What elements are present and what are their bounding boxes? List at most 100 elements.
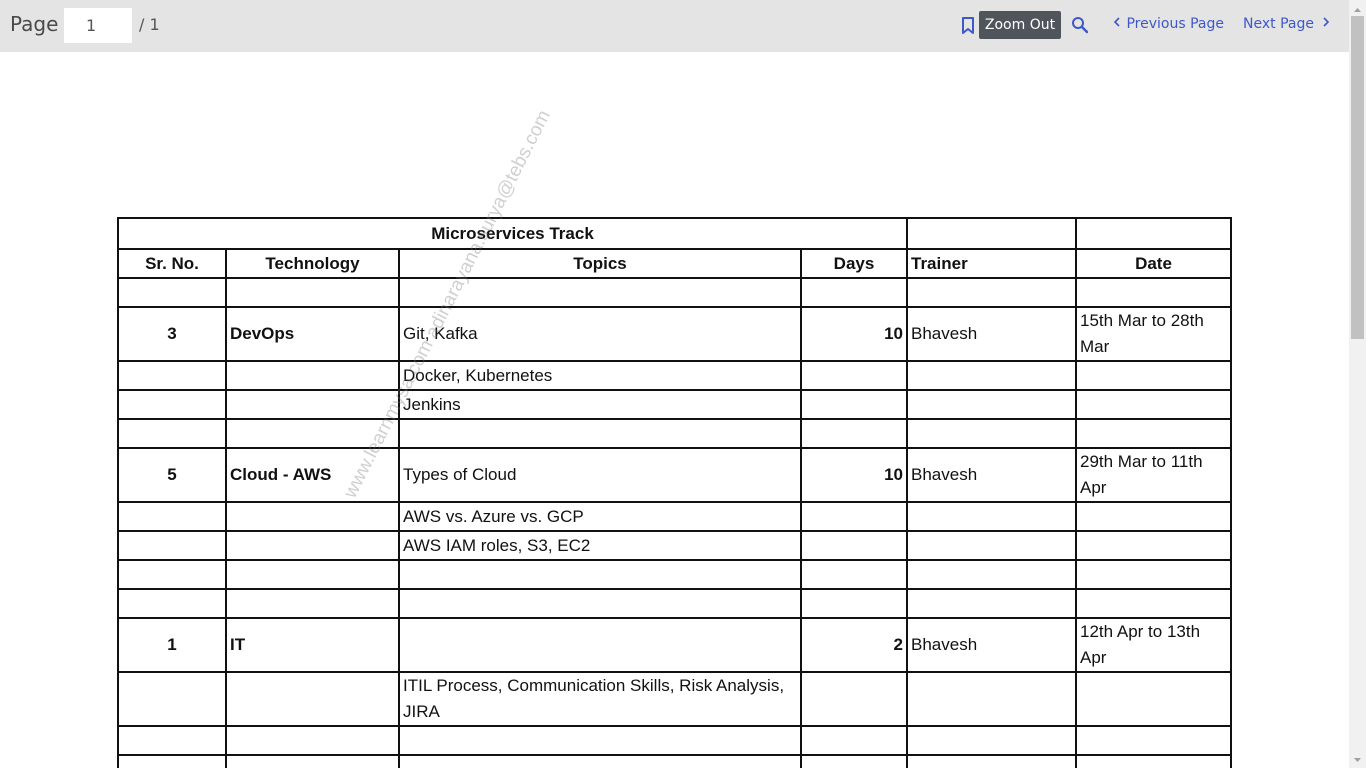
cell-date: [1075, 725, 1232, 756]
table-row: [117, 559, 1232, 590]
cell-topic: [398, 588, 802, 619]
cell-sr: [117, 725, 227, 756]
bookmark-icon[interactable]: [960, 16, 976, 36]
cell-days: [800, 754, 908, 768]
chevron-left-icon: [1112, 16, 1122, 32]
cell-trainer: Bhavesh: [906, 447, 1077, 503]
cell-sr: [117, 389, 227, 420]
table-row: [117, 277, 1232, 308]
table-row: AWS vs. Azure vs. GCP: [117, 501, 1232, 532]
cell-days: [800, 671, 908, 727]
cell-tech: [225, 530, 400, 561]
table-title: Microservices Track: [117, 217, 908, 250]
table-row: [117, 754, 1232, 768]
cell-tech: [225, 360, 400, 391]
table-row: ITIL Process, Communication Skills, Risk…: [117, 671, 1232, 727]
cell-topic: [398, 418, 802, 449]
cell-tech: [225, 418, 400, 449]
vertical-scrollbar[interactable]: [1349, 0, 1366, 768]
table-row: 1 IT 2 Bhavesh 12th Apr to 13th Apr: [117, 617, 1232, 673]
cell-date: [1075, 588, 1232, 619]
scroll-down-icon[interactable]: [1349, 752, 1366, 766]
scroll-up-icon[interactable]: [1349, 2, 1366, 16]
cell-tech: [225, 725, 400, 756]
header-date: Date: [1075, 248, 1232, 279]
cell-days: 10: [800, 447, 908, 503]
table-row: Docker, Kubernetes: [117, 360, 1232, 391]
previous-page-label: Previous Page: [1126, 16, 1224, 32]
cell-date: [1075, 277, 1232, 308]
cell-days: 2: [800, 617, 908, 673]
cell-sr: 1: [117, 617, 227, 673]
page-total: / 1: [139, 15, 160, 34]
cell-topic: Docker, Kubernetes: [398, 360, 802, 391]
cell-sr: [117, 418, 227, 449]
cell-date: 15th Mar to 28th Mar: [1075, 306, 1232, 362]
cell-trainer: [906, 501, 1077, 532]
cell-topic: Jenkins: [398, 389, 802, 420]
next-page-label: Next Page: [1243, 16, 1314, 32]
scroll-thumb[interactable]: [1351, 16, 1364, 339]
cell-tech: IT: [225, 617, 400, 673]
cell-topic: [398, 754, 802, 768]
cell-days: [800, 389, 908, 420]
previous-page-button[interactable]: Previous Page: [1112, 16, 1224, 32]
cell-sr: [117, 754, 227, 768]
cell-topic: [398, 725, 802, 756]
table-row: [117, 418, 1232, 449]
table-row: Jenkins: [117, 389, 1232, 420]
cell-sr: [117, 277, 227, 308]
cell-date: [1075, 754, 1232, 768]
cell-days: [800, 530, 908, 561]
cell-tech: [225, 559, 400, 590]
header-days: Days: [800, 248, 908, 279]
cell-days: [800, 588, 908, 619]
cell-trainer: [906, 418, 1077, 449]
cell-days: [800, 277, 908, 308]
cell-date: [1075, 418, 1232, 449]
cell-tech: [225, 277, 400, 308]
cell-days: [800, 501, 908, 532]
cell-topic: Types of Cloud: [398, 447, 802, 503]
cell-tech: [225, 389, 400, 420]
header-trainer: Trainer: [906, 248, 1077, 279]
header-topics: Topics: [398, 248, 802, 279]
page-label: Page: [10, 12, 59, 36]
cell-date: [1075, 360, 1232, 391]
cell-topic: [398, 617, 802, 673]
cell-days: [800, 418, 908, 449]
cell-date: 12th Apr to 13th Apr: [1075, 617, 1232, 673]
header-technology: Technology: [225, 248, 400, 279]
cell-tech: DevOps: [225, 306, 400, 362]
cell-date: [1075, 389, 1232, 420]
cell-sr: [117, 501, 227, 532]
cell-sr: [117, 559, 227, 590]
table-row: AWS IAM roles, S3, EC2: [117, 530, 1232, 561]
cell-topic: [398, 277, 802, 308]
cell-trainer: [906, 530, 1077, 561]
title-row: Microservices Track: [117, 217, 1232, 250]
cell-tech: [225, 501, 400, 532]
cell-trainer: [906, 725, 1077, 756]
cell-sr: [117, 588, 227, 619]
search-icon[interactable]: [1071, 16, 1089, 34]
zoom-out-button[interactable]: Zoom Out: [979, 11, 1061, 39]
table-row: [117, 588, 1232, 619]
cell-sr: [117, 360, 227, 391]
table-row: 5 Cloud - AWS Types of Cloud 10 Bhavesh 29th …: [117, 447, 1232, 503]
cell-trainer: Bhavesh: [906, 306, 1077, 362]
cell-sr: [117, 671, 227, 727]
cell-sr: [117, 530, 227, 561]
cell-trainer: [906, 754, 1077, 768]
document-viewport[interactable]: Microservices Track Sr. No. Technology T…: [0, 52, 1349, 768]
cell-date: [1075, 671, 1232, 727]
page-number-input[interactable]: [64, 8, 132, 43]
next-page-button[interactable]: Next Page: [1243, 16, 1332, 32]
table-row: 3 DevOps Git, Kafka 10 Bhavesh 15th Mar to 28…: [117, 306, 1232, 362]
cell-topic: Git, Kafka: [398, 306, 802, 362]
schedule-table: Microservices Track Sr. No. Technology T…: [117, 217, 1232, 768]
cell-trainer: [906, 360, 1077, 391]
table-cell: [1075, 217, 1232, 250]
cell-trainer: [906, 671, 1077, 727]
table-cell: [906, 217, 1077, 250]
